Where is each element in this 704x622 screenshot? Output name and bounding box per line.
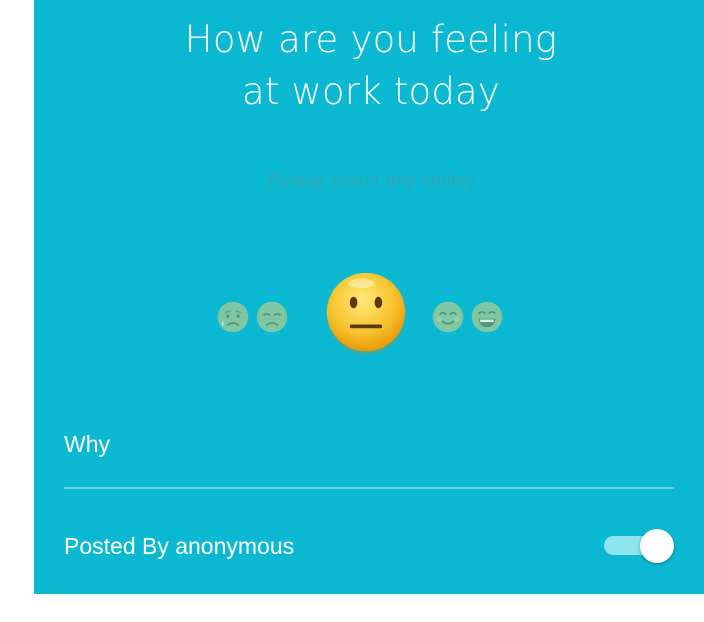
title-line-1: How are you feeling [184, 18, 558, 61]
feedback-screen: How are you feeling at work today Please… [34, 0, 704, 594]
page-title: How are you feeling at work today [34, 14, 704, 118]
toggle-thumb [640, 529, 674, 563]
why-input[interactable]: Why [64, 420, 674, 490]
instruction-text: Please select any smiley [266, 171, 476, 192]
smiley-selector [34, 270, 704, 360]
anonymous-toggle[interactable] [600, 527, 676, 563]
why-label: Why [64, 431, 110, 457]
anonymous-label: Posted By anonymous [64, 533, 295, 559]
sad-face-icon[interactable] [255, 300, 289, 334]
why-underline [64, 487, 674, 489]
title-line-2: at work today [241, 70, 501, 113]
tearful-face-icon[interactable] [216, 300, 250, 334]
neutral-face-icon[interactable] [323, 270, 409, 356]
grinning-face-icon[interactable] [470, 300, 504, 334]
smiling-face-icon[interactable] [431, 300, 465, 334]
anonymous-row: Posted By anonymous [64, 520, 680, 570]
